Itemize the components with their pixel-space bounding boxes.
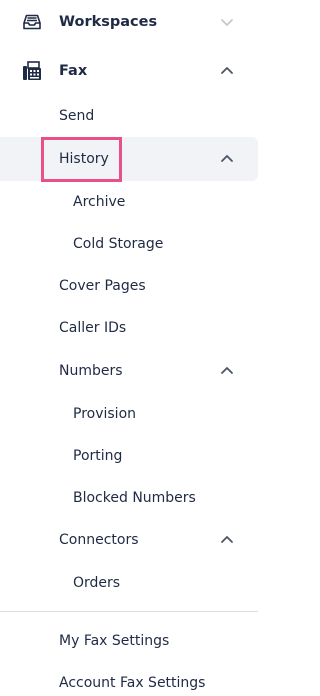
sidebar-item-label: Account Fax Settings <box>59 675 206 691</box>
sidebar-item-connectors[interactable]: Connectors <box>0 520 258 560</box>
chevron-up-icon[interactable] <box>216 148 238 170</box>
sidebar-item-blocked-numbers[interactable]: Blocked Numbers <box>0 478 258 518</box>
sidebar-item-send[interactable]: Send <box>0 96 258 136</box>
sidebar-item-caller-ids[interactable]: Caller IDs <box>0 308 258 348</box>
sidebar-item-label: Porting <box>73 448 123 464</box>
sidebar-item-history[interactable]: History <box>0 137 258 181</box>
sidebar-item-label: Cover Pages <box>59 278 146 294</box>
sidebar-item-label: Caller IDs <box>59 320 127 336</box>
sidebar-item-orders[interactable]: Orders <box>0 563 258 603</box>
sidebar-item-label: Orders <box>73 575 121 591</box>
sidebar-item-my-fax-settings[interactable]: My Fax Settings <box>0 621 258 661</box>
sidebar-item-label: Connectors <box>59 532 139 548</box>
chevron-up-icon[interactable] <box>216 360 238 382</box>
sidebar-item-archive[interactable]: Archive <box>0 182 258 222</box>
sidebar-item-account-fax-settings[interactable]: Account Fax Settings <box>0 663 258 696</box>
sidebar-item-label: Blocked Numbers <box>73 490 196 506</box>
sidebar-item-label: My Fax Settings <box>59 633 170 649</box>
inbox-tray-icon <box>21 11 43 33</box>
sidebar-item-label: History <box>59 151 109 167</box>
sidebar-item-fax[interactable]: Fax <box>0 51 258 91</box>
sidebar-item-cold-storage[interactable]: Cold Storage <box>0 224 258 264</box>
sidebar-item-label: Send <box>59 108 95 124</box>
sidebar-item-label: Provision <box>73 406 137 422</box>
sidebar-item-cover-pages[interactable]: Cover Pages <box>0 266 258 306</box>
fax-machine-icon <box>21 60 43 82</box>
sidebar-item-numbers[interactable]: Numbers <box>0 351 258 391</box>
sidebar-nav: Workspaces Fax Send History Archive Cold… <box>0 0 265 696</box>
sidebar-item-label: Fax <box>59 63 88 79</box>
sidebar-item-provision[interactable]: Provision <box>0 394 258 434</box>
chevron-up-icon[interactable] <box>216 529 238 551</box>
sidebar-item-label: Numbers <box>59 363 123 379</box>
chevron-up-icon[interactable] <box>216 60 238 82</box>
sidebar-item-label: Cold Storage <box>73 236 164 252</box>
sidebar-item-label: Workspaces <box>59 14 158 30</box>
divider <box>0 611 258 612</box>
sidebar-item-label: Archive <box>73 194 126 210</box>
chevron-down-icon[interactable] <box>216 11 238 33</box>
sidebar-item-workspaces[interactable]: Workspaces <box>0 2 258 42</box>
sidebar-item-porting[interactable]: Porting <box>0 436 258 476</box>
